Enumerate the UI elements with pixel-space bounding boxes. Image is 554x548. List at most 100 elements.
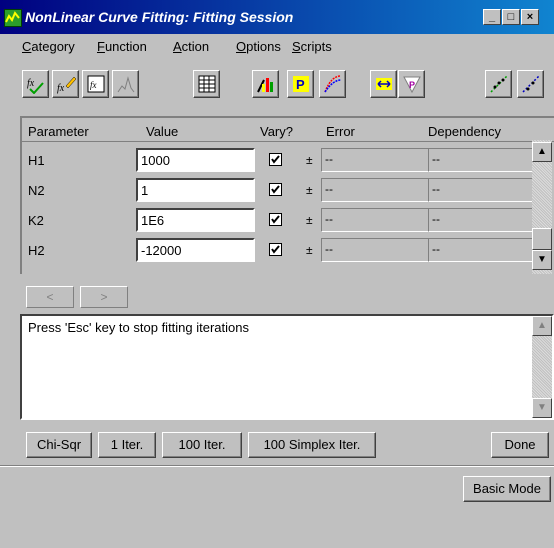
parameters-worksheet-icon xyxy=(198,75,216,93)
data-range-button[interactable] xyxy=(319,70,346,98)
svg-text:P: P xyxy=(296,77,305,92)
minimize-button[interactable]: _ xyxy=(483,9,501,25)
scroll-thumb[interactable] xyxy=(532,228,552,250)
simplex-iterations-button[interactable]: 100 Simplex Iter. xyxy=(248,432,376,458)
param-value-field[interactable]: 1000 xyxy=(136,148,255,172)
adjust-range-button[interactable] xyxy=(370,70,397,98)
edit-function-button[interactable]: fx xyxy=(52,70,79,98)
fit-results-button[interactable] xyxy=(485,70,512,98)
scroll-up-button[interactable]: ▲ xyxy=(532,316,552,336)
param-name: H2 xyxy=(28,243,45,258)
menu-scripts[interactable]: Scripts xyxy=(292,39,332,54)
menu-action[interactable]: Action xyxy=(173,39,209,54)
error-field: -- xyxy=(321,148,431,172)
table-row: H2 -12000 ± -- -- xyxy=(22,236,540,266)
header-dependency: Dependency xyxy=(428,124,501,139)
table-row: N2 1 ± -- -- xyxy=(22,176,540,206)
param-name: H1 xyxy=(28,153,45,168)
vary-checkbox[interactable] xyxy=(269,243,282,256)
triangle-up-icon: ▲ xyxy=(537,146,547,157)
function-view-icon: fx xyxy=(87,75,105,93)
plus-minus-label: ± xyxy=(306,213,313,227)
menu-bar: Category Function Action Options Scripts xyxy=(0,36,554,58)
header-value: Value xyxy=(146,124,179,139)
param-value-field[interactable]: -12000 xyxy=(136,238,255,262)
parameter-bounds-icon: P xyxy=(293,76,309,92)
table-row: H1 1000 ± -- -- xyxy=(22,146,540,176)
checkmark-icon xyxy=(271,185,280,194)
error-field: -- xyxy=(321,238,431,262)
dependency-field: -- xyxy=(428,208,540,232)
separator xyxy=(0,465,554,467)
data-range-icon xyxy=(324,75,342,93)
basic-mode-button[interactable]: Basic Mode xyxy=(463,476,551,502)
maximize-button[interactable]: □ xyxy=(502,9,520,25)
param-name: K2 xyxy=(28,213,44,228)
dependency-field: -- xyxy=(428,178,540,202)
scroll-down-button[interactable]: ▼ xyxy=(532,398,552,418)
status-message: Press 'Esc' key to stop fitting iteratio… xyxy=(28,320,249,335)
svg-text:fx: fx xyxy=(27,78,35,89)
header-divider xyxy=(22,141,554,142)
scroll-down-button[interactable]: ▼ xyxy=(532,250,552,270)
function-view-button[interactable]: fx xyxy=(82,70,109,98)
dependency-field: -- xyxy=(428,148,540,172)
prev-page-button[interactable]: < xyxy=(26,286,74,308)
header-vary: Vary? xyxy=(260,124,293,139)
done-button[interactable]: Done xyxy=(491,432,549,458)
residuals-button[interactable] xyxy=(517,70,544,98)
message-scrollbar[interactable]: ▲ ▼ xyxy=(532,316,552,418)
header-parameter: Parameter xyxy=(28,124,89,139)
chi-sqr-button[interactable]: Chi-Sqr xyxy=(26,432,92,458)
message-panel[interactable]: Press 'Esc' key to stop fitting iteratio… xyxy=(20,314,554,420)
simulate-curve-button[interactable] xyxy=(112,70,139,98)
toolbar: fx fx fx P P xyxy=(0,60,554,108)
variables-icon xyxy=(257,78,273,93)
scroll-up-button[interactable]: ▲ xyxy=(532,142,552,162)
weighting-button[interactable]: P xyxy=(398,70,425,98)
table-row: K2 1E6 ± -- -- xyxy=(22,206,540,236)
select-function-icon: fx xyxy=(27,78,44,94)
select-function-button[interactable]: fx xyxy=(22,70,49,98)
param-name: N2 xyxy=(28,183,45,198)
error-field: -- xyxy=(321,208,431,232)
plus-minus-label: ± xyxy=(306,183,313,197)
checkmark-icon xyxy=(271,155,280,164)
param-value-field[interactable]: 1E6 xyxy=(136,208,255,232)
error-field: -- xyxy=(321,178,431,202)
menu-category[interactable]: Category xyxy=(22,39,75,54)
triangle-up-icon: ▲ xyxy=(537,320,547,331)
fit-results-icon xyxy=(490,75,508,93)
next-page-button[interactable]: > xyxy=(80,286,128,308)
vary-checkbox[interactable] xyxy=(269,153,282,166)
svg-text:fx: fx xyxy=(57,83,65,94)
one-iteration-button[interactable]: 1 Iter. xyxy=(98,432,156,458)
edit-function-icon: fx xyxy=(57,76,76,94)
title-bar[interactable]: NonLinear Curve Fitting: Fitting Session… xyxy=(0,0,554,34)
checkmark-icon xyxy=(271,245,280,254)
parameters-worksheet-button[interactable] xyxy=(193,70,220,98)
menu-options[interactable]: Options xyxy=(236,39,281,54)
triangle-down-icon: ▼ xyxy=(537,402,547,413)
residuals-icon xyxy=(522,75,540,93)
menu-function[interactable]: Function xyxy=(97,39,147,54)
plus-minus-label: ± xyxy=(306,243,313,257)
variables-button[interactable] xyxy=(252,70,279,98)
header-error: Error xyxy=(326,124,355,139)
adjust-range-icon xyxy=(376,78,392,90)
vary-checkbox[interactable] xyxy=(269,183,282,196)
checkmark-icon xyxy=(271,215,280,224)
hundred-iterations-button[interactable]: 100 Iter. xyxy=(162,432,242,458)
triangle-down-icon: ▼ xyxy=(537,254,547,265)
plus-minus-label: ± xyxy=(306,153,313,167)
vary-checkbox[interactable] xyxy=(269,213,282,226)
dependency-field: -- xyxy=(428,238,540,262)
close-button[interactable]: × xyxy=(521,9,539,25)
app-icon[interactable] xyxy=(4,9,22,27)
parameter-bounds-button[interactable]: P xyxy=(287,70,314,98)
simulate-curve-icon xyxy=(117,76,135,93)
grid-scrollbar[interactable]: ▲ ▼ xyxy=(532,140,552,274)
window-title: NonLinear Curve Fitting: Fitting Session xyxy=(25,9,294,25)
param-value-field[interactable]: 1 xyxy=(136,178,255,202)
svg-text:P: P xyxy=(409,80,415,90)
